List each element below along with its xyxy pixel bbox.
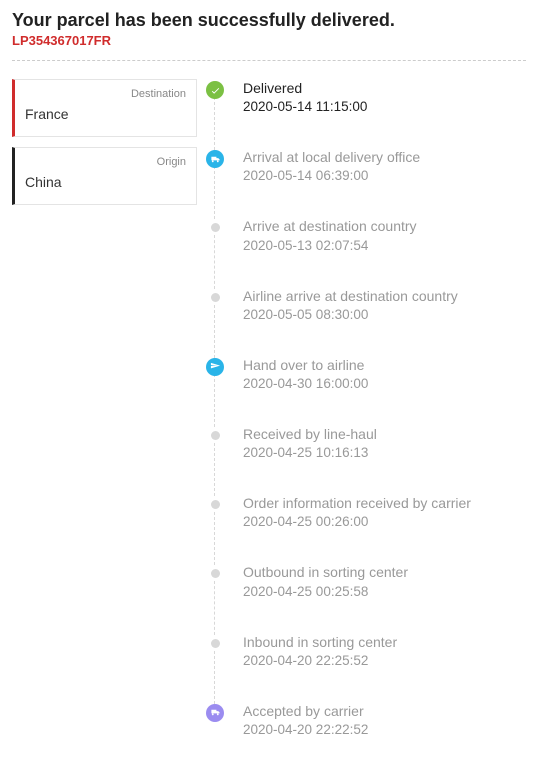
timeline-status: Arrive at destination country (243, 217, 526, 235)
timeline-item: Arrival at local delivery office 2020-05-… (243, 148, 526, 217)
origin-box: Origin China (12, 147, 197, 205)
dot-icon (211, 293, 220, 302)
timeline-connector (214, 581, 215, 634)
timeline-status: Arrival at local delivery office (243, 148, 526, 166)
truck-icon (206, 150, 224, 168)
timeline-status: Delivered (243, 79, 526, 97)
dot-icon (211, 223, 220, 232)
timeline-status: Outbound in sorting center (243, 563, 526, 581)
timeline-connector (214, 166, 215, 219)
timeline-item: Received by line-haul 2020-04-25 10:16:13 (243, 425, 526, 494)
timeline-connector (214, 443, 215, 496)
dot-icon (211, 569, 220, 578)
timeline-connector (214, 97, 215, 150)
timeline-connector (214, 235, 215, 288)
timeline-connector (214, 512, 215, 565)
timeline-date: 2020-05-14 11:15:00 (243, 99, 526, 114)
destination-value: France (25, 106, 186, 122)
timeline-item: Outbound in sorting center 2020-04-25 00:… (243, 563, 526, 632)
timeline-status: Received by line-haul (243, 425, 526, 443)
page-title: Your parcel has been successfully delive… (12, 10, 526, 31)
timeline-date: 2020-04-20 22:22:52 (243, 722, 526, 737)
dot-icon (211, 639, 220, 648)
origin-label: Origin (25, 156, 186, 168)
truck-icon (206, 704, 224, 722)
timeline-item: Airline arrive at destination country 202… (243, 287, 526, 356)
main-row: Destination France Origin China Delivere… (12, 79, 526, 737)
timeline-item: Order information received by carrier 202… (243, 494, 526, 563)
timeline-date: 2020-05-13 02:07:54 (243, 238, 526, 253)
tracking-number: LP354367017FR (12, 33, 526, 48)
timeline-item: Inbound in sorting center 2020-04-20 22:2… (243, 633, 526, 702)
divider (12, 60, 526, 61)
destination-box: Destination France (12, 79, 197, 137)
timeline-connector (214, 651, 215, 704)
timeline: Delivered 2020-05-14 11:15:00 Arrival at l… (197, 79, 526, 737)
timeline-date: 2020-04-25 00:25:58 (243, 584, 526, 599)
dot-icon (211, 500, 220, 509)
timeline-date: 2020-05-05 08:30:00 (243, 307, 526, 322)
check-icon (206, 81, 224, 99)
timeline-status: Order information received by carrier (243, 494, 526, 512)
timeline-date: 2020-04-25 10:16:13 (243, 445, 526, 460)
timeline-connector (214, 305, 215, 358)
timeline-item: Arrive at destination country 2020-05-13 … (243, 217, 526, 286)
timeline-status: Accepted by carrier (243, 702, 526, 720)
timeline-date: 2020-05-14 06:39:00 (243, 168, 526, 183)
timeline-date: 2020-04-20 22:25:52 (243, 653, 526, 668)
dot-icon (211, 431, 220, 440)
timeline-date: 2020-04-30 16:00:00 (243, 376, 526, 391)
timeline-date: 2020-04-25 00:26:00 (243, 514, 526, 529)
plane-icon (206, 358, 224, 376)
destination-label: Destination (25, 88, 186, 100)
locations-panel: Destination France Origin China (12, 79, 197, 215)
timeline-item: Accepted by carrier 2020-04-20 22:22:52 (243, 702, 526, 737)
timeline-status: Inbound in sorting center (243, 633, 526, 651)
timeline-connector (214, 374, 215, 427)
timeline-item: Hand over to airline 2020-04-30 16:00:00 (243, 356, 526, 425)
origin-value: China (25, 174, 186, 190)
timeline-status: Hand over to airline (243, 356, 526, 374)
timeline-status: Airline arrive at destination country (243, 287, 526, 305)
timeline-item: Delivered 2020-05-14 11:15:00 (243, 79, 526, 148)
